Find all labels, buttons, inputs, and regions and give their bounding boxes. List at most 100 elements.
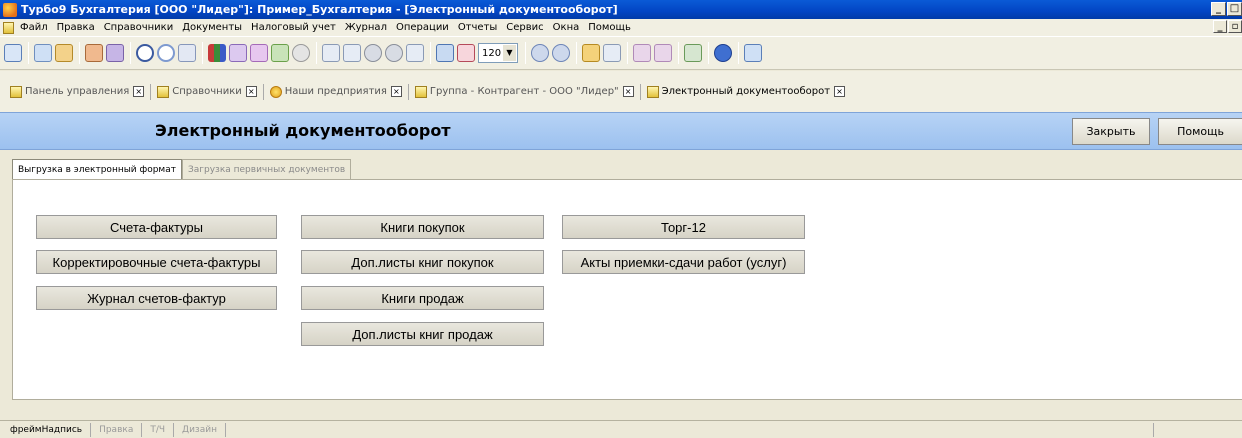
home-icon[interactable] — [4, 44, 22, 62]
status-design[interactable]: Дизайн — [174, 422, 226, 437]
menu-directories[interactable]: Справочники — [104, 22, 174, 33]
calendar-icon[interactable] — [457, 44, 475, 62]
toolbar-separator — [130, 42, 131, 64]
copy-icon[interactable] — [34, 44, 52, 62]
mdi-restore-icon[interactable]: ▫ — [1228, 20, 1242, 33]
back-icon[interactable] — [531, 44, 549, 62]
print-preview-icon[interactable] — [406, 44, 424, 62]
document-icon — [157, 85, 170, 98]
chart-icon[interactable] — [208, 44, 226, 62]
mdi-minimize-icon[interactable]: _ — [1213, 20, 1227, 33]
notes-icon[interactable] — [603, 44, 621, 62]
status-tch[interactable]: Т/Ч — [142, 422, 175, 437]
arrow-right-icon[interactable] — [654, 44, 672, 62]
torg12-button[interactable]: Торг-12 — [562, 215, 805, 239]
eraser-icon[interactable] — [229, 44, 247, 62]
workspace-tab-our-companies[interactable]: Наши предприятия × — [269, 85, 402, 98]
toolbar-separator — [525, 42, 526, 64]
workspace-tabs: Панель управления × Справочники × Наши п… — [0, 71, 1242, 112]
document-new-icon[interactable] — [322, 44, 340, 62]
title-bar[interactable]: Турбо9 Бухгалтерия [ООО "Лидер"]: Пример… — [0, 0, 1242, 19]
menu-documents[interactable]: Документы — [182, 22, 242, 33]
sales-book-sheets-button[interactable]: Доп.листы книг продаж — [301, 322, 544, 346]
mdi-document-icon[interactable] — [3, 21, 14, 34]
tab-separator — [150, 83, 152, 100]
toolbar-separator — [79, 42, 80, 64]
calculator-icon[interactable] — [684, 44, 702, 62]
mdi-controls: _ ▫ — [1213, 20, 1242, 33]
eraser-alt-icon[interactable] — [250, 44, 268, 62]
search-icon[interactable] — [136, 44, 154, 62]
workspace-tab-edo[interactable]: Электронный документооборот × — [646, 85, 846, 98]
table-icon[interactable] — [436, 44, 454, 62]
close-icon[interactable]: × — [622, 86, 634, 97]
help-icon[interactable] — [714, 44, 732, 62]
zoom-select[interactable]: 120 ▼ — [478, 43, 518, 63]
close-button[interactable]: Закрыть — [1072, 118, 1150, 145]
people-alt-icon[interactable] — [106, 44, 124, 62]
menu-help[interactable]: Помощь — [588, 22, 631, 33]
workspace-tab-control-panel[interactable]: Панель управления × — [10, 85, 145, 98]
toolbar-separator — [316, 42, 317, 64]
menu-tax[interactable]: Налоговый учет — [251, 22, 336, 33]
status-edit[interactable]: Правка — [91, 422, 143, 437]
sales-books-button[interactable]: Книги продаж — [301, 286, 544, 310]
tab-import[interactable]: Загрузка первичных документов — [181, 159, 352, 179]
menu-operations[interactable]: Операции — [396, 22, 449, 33]
invoice-journal-button[interactable]: Журнал счетов-фактур — [36, 286, 277, 310]
app-icon[interactable] — [3, 2, 17, 17]
document-icon — [414, 85, 427, 98]
document-copy-icon[interactable] — [343, 44, 361, 62]
tab-export[interactable]: Выгрузка в электронный формат — [12, 159, 182, 179]
workspace-tab-directories[interactable]: Справочники × — [157, 85, 257, 98]
toolbar-separator — [576, 42, 577, 64]
chevron-down-icon[interactable]: ▼ — [503, 45, 516, 61]
filter-icon[interactable] — [178, 44, 196, 62]
menu-edit[interactable]: Правка — [57, 22, 95, 33]
minimize-icon[interactable]: _ — [1211, 2, 1226, 16]
toolbar-separator — [627, 42, 628, 64]
invoices-button[interactable]: Счета-фактуры — [36, 215, 277, 239]
page-header: Электронный документооборот Закрыть Помо… — [0, 112, 1242, 150]
tab-separator — [639, 83, 641, 100]
workspace-tab-label: Электронный документооборот — [661, 86, 831, 97]
toolbar-separator — [430, 42, 431, 64]
paste-icon[interactable] — [55, 44, 73, 62]
menu-file[interactable]: Файл — [20, 22, 48, 33]
arrow-left-icon[interactable] — [633, 44, 651, 62]
close-icon[interactable]: × — [133, 86, 145, 97]
refresh-icon[interactable] — [271, 44, 289, 62]
workspace-tab-label: Наши предприятия — [284, 86, 387, 97]
tab-separator — [262, 83, 264, 100]
close-icon[interactable]: × — [245, 86, 257, 97]
workspace-tab-label: Справочники — [172, 86, 242, 97]
toolbar: 120 ▼ — [0, 36, 1242, 70]
window-title: Турбо9 Бухгалтерия [ООО "Лидер"]: Пример… — [21, 3, 618, 16]
maximize-icon[interactable]: □ — [1227, 2, 1242, 16]
minus-icon[interactable] — [385, 44, 403, 62]
close-icon[interactable]: × — [390, 86, 402, 97]
document-icon — [10, 85, 22, 98]
menu-service[interactable]: Сервис — [506, 22, 543, 33]
menu-windows[interactable]: Окна — [553, 22, 580, 33]
menu-reports[interactable]: Отчеты — [458, 22, 497, 33]
exit-icon[interactable] — [744, 44, 762, 62]
menu-journal[interactable]: Журнал — [345, 22, 387, 33]
people-icon[interactable] — [85, 44, 103, 62]
stop-icon[interactable] — [292, 44, 310, 62]
search-next-icon[interactable] — [157, 44, 175, 62]
check-icon[interactable] — [364, 44, 382, 62]
purchase-book-sheets-button[interactable]: Доп.листы книг покупок — [301, 250, 544, 274]
page-title: Электронный документооборот — [155, 121, 451, 140]
window-controls: _ □ — [1211, 2, 1242, 16]
folder-icon[interactable] — [582, 44, 600, 62]
toolbar-separator — [28, 42, 29, 64]
forward-icon[interactable] — [552, 44, 570, 62]
help-button[interactable]: Помощь — [1158, 118, 1242, 145]
close-icon[interactable]: × — [834, 86, 846, 97]
toolbar-separator — [202, 42, 203, 64]
purchase-books-button[interactable]: Книги покупок — [301, 215, 544, 239]
correction-invoices-button[interactable]: Корректировочные счета-фактуры — [36, 250, 277, 274]
acceptance-acts-button[interactable]: Акты приемки-сдачи работ (услуг) — [562, 250, 805, 274]
workspace-tab-contractor-group[interactable]: Группа - Контрагент - ООО "Лидер" × — [414, 85, 634, 98]
